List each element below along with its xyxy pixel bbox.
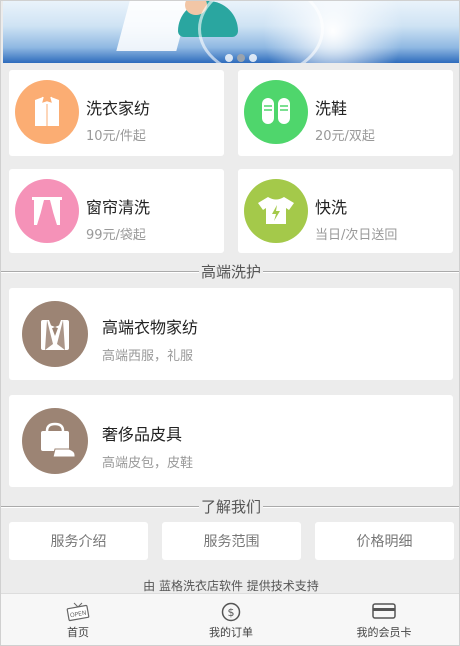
sneakers-icon <box>244 80 308 144</box>
service-card-fast-wash[interactable]: 快洗 当日/次日送回 <box>238 169 453 253</box>
service-title: 快洗 <box>315 198 348 217</box>
service-title: 窗帘清洗 <box>86 198 151 217</box>
premium-sub: 高端西服，礼服 <box>102 349 194 364</box>
premium-card-garments[interactable]: 高端衣物家纺 高端西服，礼服 <box>9 288 453 380</box>
service-price: 当日/次日送回 <box>315 228 398 243</box>
service-price: 99元/袋起 <box>86 228 146 243</box>
premium-card-leather[interactable]: 奢侈品皮具 高端皮包，皮鞋 <box>9 395 453 487</box>
service-card-laundry[interactable]: 洗衣家纺 10元/件起 <box>9 70 224 156</box>
about-section-header: 了解我们 <box>1 498 459 516</box>
tab-label: 我的订单 <box>209 626 253 639</box>
price-details-button[interactable]: 价格明细 <box>315 522 454 560</box>
shirt-icon <box>15 80 79 144</box>
premium-title: 高端衣物家纺 <box>102 318 199 337</box>
section-title: 了解我们 <box>198 498 263 516</box>
premium-title: 奢侈品皮具 <box>102 425 183 444</box>
svg-text:$: $ <box>228 606 235 619</box>
tab-home[interactable]: OPEN 首页 <box>18 594 138 645</box>
curtain-icon <box>15 179 79 243</box>
card-icon <box>324 602 444 622</box>
app-frame: 洗衣家纺 10元/件起 洗鞋 20元/双起 窗帘清洗 99元/袋起 快洗 当日/… <box>0 0 460 646</box>
tab-my-orders[interactable]: $ 我的订单 <box>171 594 291 645</box>
tuxedo-icon <box>22 301 88 367</box>
service-card-curtain[interactable]: 窗帘清洗 99元/袋起 <box>9 169 224 253</box>
carousel-dots <box>225 47 261 63</box>
tech-support-text: 由 蓝格洗衣店软件 提供技术支持 <box>143 579 319 593</box>
handbag-shoe-icon <box>22 408 88 474</box>
premium-section-header: 高端洗护 <box>1 263 459 281</box>
service-card-shoes[interactable]: 洗鞋 20元/双起 <box>238 70 453 156</box>
carousel-dot[interactable] <box>249 54 257 62</box>
premium-sub: 高端皮包，皮鞋 <box>102 456 194 471</box>
open-sign-icon: OPEN <box>18 602 138 622</box>
dollar-coin-icon: $ <box>171 602 291 622</box>
fast-wash-shirt-icon <box>244 179 308 243</box>
service-title: 洗鞋 <box>315 99 348 118</box>
service-title: 洗衣家纺 <box>86 99 151 118</box>
service-price: 10元/件起 <box>86 129 146 144</box>
tab-label: 首页 <box>67 626 89 639</box>
tab-label: 我的会员卡 <box>356 626 412 639</box>
section-title: 高端洗护 <box>198 263 263 281</box>
banner-carousel[interactable] <box>3 1 459 63</box>
carousel-dot-active[interactable] <box>237 54 245 62</box>
bottom-tab-bar: OPEN 首页 $ 我的订单 我的会员卡 <box>1 593 459 645</box>
service-intro-button[interactable]: 服务介绍 <box>9 522 148 560</box>
tab-member-card[interactable]: 我的会员卡 <box>324 594 444 645</box>
service-price: 20元/双起 <box>315 129 375 144</box>
service-area-button[interactable]: 服务范围 <box>162 522 301 560</box>
carousel-dot[interactable] <box>225 54 233 62</box>
